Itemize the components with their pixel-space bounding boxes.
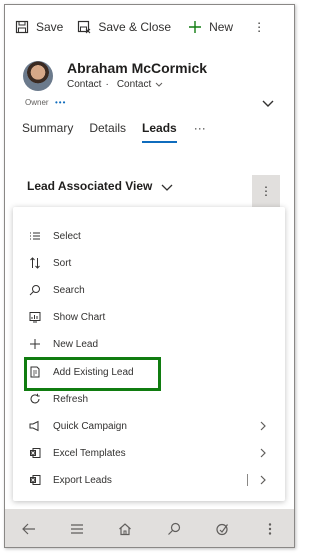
excel-export-icon — [29, 474, 41, 486]
overflow-menu: Select Sort Search Show Chart New Lead A… — [13, 207, 285, 501]
hamburger-icon[interactable] — [69, 521, 85, 537]
command-more-button[interactable]: ⋮ — [253, 20, 265, 34]
menu-item-excel-templates[interactable]: Excel Templates — [13, 440, 285, 466]
menu-item-label: Quick Campaign — [53, 420, 127, 432]
form-selector[interactable]: Contact — [117, 79, 163, 90]
new-button[interactable]: New — [188, 20, 233, 34]
chart-icon — [29, 311, 41, 323]
entity-label: Contact — [67, 79, 102, 90]
command-bar: Save Save & Close New ⋮ — [5, 5, 294, 49]
menu-item-label: Excel Templates — [53, 447, 126, 459]
record-header: Abraham McCormick Contact · Contact Owne… — [5, 49, 294, 121]
highlight-box — [24, 357, 161, 391]
save-and-close-button[interactable]: Save & Close — [77, 20, 171, 34]
owner-value[interactable]: ••• — [55, 98, 66, 107]
form-selector-label: Contact — [116, 79, 152, 90]
menu-item-sort[interactable]: Sort — [13, 250, 285, 276]
back-icon[interactable] — [21, 521, 37, 537]
tab-summary[interactable]: Summary — [22, 121, 73, 141]
record-subtitle: Contact · Contact — [67, 79, 163, 90]
menu-item-select[interactable]: Select — [13, 223, 285, 249]
more-vertical-icon: ⋮ — [253, 20, 266, 34]
save-button[interactable]: Save — [15, 20, 63, 34]
record-name: Abraham McCormick — [67, 60, 208, 76]
menu-item-label: Sort — [53, 257, 72, 269]
new-label: New — [209, 20, 234, 34]
menu-item-new-lead[interactable]: New Lead — [13, 331, 285, 357]
subgrid-more-button[interactable]: ⋮ — [252, 175, 280, 207]
separator-dot: · — [105, 79, 109, 90]
expand-header-chevron-icon[interactable] — [261, 99, 275, 109]
owner-label: Owner — [25, 98, 49, 107]
more-vertical-icon[interactable] — [262, 521, 278, 537]
menu-item-show-chart[interactable]: Show Chart — [13, 304, 285, 330]
menu-item-label: Refresh — [53, 393, 89, 405]
search-icon — [29, 284, 41, 296]
avatar — [23, 61, 53, 91]
subgrid-view-title[interactable]: Lead Associated View — [27, 179, 152, 193]
save-icon — [15, 20, 29, 34]
menu-item-label: Show Chart — [53, 311, 106, 323]
list-select-icon — [29, 230, 41, 242]
tab-leads[interactable]: Leads — [142, 121, 177, 143]
view-selector-chevron-icon[interactable] — [161, 184, 173, 192]
more-vertical-icon: ⋮ — [260, 184, 272, 198]
form-tabs: Summary Details Leads ··· — [5, 121, 294, 151]
menu-item-search[interactable]: Search — [13, 277, 285, 303]
chevron-down-icon — [155, 82, 163, 87]
menu-item-label: New Lead — [53, 338, 99, 350]
chevron-right-icon — [260, 448, 266, 458]
save-close-icon — [77, 20, 91, 34]
tab-details[interactable]: Details — [89, 121, 126, 141]
search-icon[interactable] — [166, 521, 182, 537]
app-window: Save Save & Close New ⋮ Abraham McCormic… — [4, 4, 295, 548]
menu-item-export-leads[interactable]: Export Leads — [13, 467, 285, 493]
excel-icon — [29, 447, 41, 459]
menu-item-label: Export Leads — [53, 474, 112, 486]
chevron-right-icon[interactable] — [259, 475, 267, 485]
split-divider — [247, 474, 248, 486]
campaign-icon — [29, 420, 41, 432]
sort-icon — [29, 257, 41, 269]
bottom-navigation-bar — [5, 509, 294, 547]
activity-icon[interactable] — [214, 521, 230, 537]
menu-item-quick-campaign[interactable]: Quick Campaign — [13, 413, 285, 439]
plus-icon — [29, 338, 41, 350]
save-close-label: Save & Close — [98, 20, 172, 34]
home-icon[interactable] — [117, 521, 133, 537]
plus-icon — [188, 20, 202, 34]
tab-more[interactable]: ··· — [194, 121, 206, 141]
refresh-icon — [29, 393, 41, 405]
save-label: Save — [36, 20, 64, 34]
menu-item-label: Search — [53, 284, 85, 296]
menu-item-label: Select — [53, 230, 81, 242]
chevron-right-icon — [260, 421, 266, 431]
